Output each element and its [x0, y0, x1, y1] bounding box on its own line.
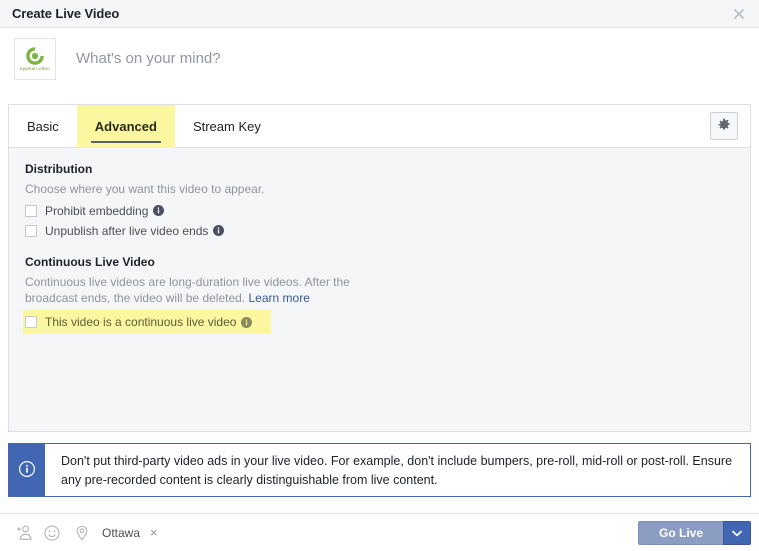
remove-location-icon[interactable]: × [150, 526, 158, 539]
settings-panel: Basic Advanced Stream Key Distribution C… [8, 104, 751, 432]
checkbox[interactable] [25, 316, 37, 328]
panel-body: Distribution Choose where you want this … [9, 148, 750, 334]
option-label: Prohibit embedding [45, 203, 149, 218]
tab-advanced[interactable]: Advanced [76, 104, 175, 148]
section-continuous-live-video: Continuous Live Video Continuous live vi… [23, 255, 750, 334]
tab-basic[interactable]: Basic [9, 105, 77, 148]
smiley-icon[interactable] [38, 520, 66, 546]
info-icon[interactable] [241, 316, 253, 328]
close-icon[interactable] [729, 4, 749, 24]
dialog-footer: Ottawa × Go Live [0, 513, 759, 551]
location-name: Ottawa [102, 525, 141, 540]
section-description: Continuous live videos are long-duration… [25, 274, 365, 306]
section-title: Distribution [25, 162, 93, 176]
gear-icon [717, 118, 731, 135]
tab-advanced-label: Advanced [94, 118, 157, 134]
checkbox[interactable] [25, 204, 37, 217]
option-continuous-live-video[interactable]: This video is a continuous live video [23, 310, 271, 334]
tag-person-icon[interactable] [10, 520, 38, 546]
section-description: Choose where you want this video to appe… [25, 182, 265, 196]
option-unpublish-after-live[interactable]: Unpublish after live video ends [25, 221, 750, 240]
settings-button[interactable] [710, 112, 738, 140]
info-icon[interactable] [213, 225, 225, 236]
go-live-label: Go Live [658, 525, 703, 540]
tab-basic-label: Basic [27, 118, 59, 134]
tab-stream-key[interactable]: Stream Key [175, 105, 279, 148]
tab-bar: Basic Advanced Stream Key [9, 104, 750, 148]
location-chip: Ottawa × [68, 520, 158, 546]
policy-banner: Don't put third-party video ads in your … [8, 443, 751, 497]
dialog-header: Create Live Video [0, 0, 759, 28]
chevron-down-icon [732, 526, 742, 540]
checkbox[interactable] [25, 224, 37, 237]
section-title: Continuous Live Video [25, 255, 155, 269]
composer-input[interactable]: What's on your mind? [76, 50, 221, 67]
go-live-dropdown-button[interactable] [723, 520, 751, 545]
page-title: Create Live Video [12, 6, 120, 21]
learn-more-link[interactable]: Learn more [249, 291, 310, 305]
option-prohibit-embedding[interactable]: Prohibit embedding [25, 201, 750, 220]
location-pin-icon[interactable] [68, 520, 96, 546]
banner-icon-container [9, 444, 45, 496]
go-live-group: Go Live [637, 520, 751, 545]
info-icon[interactable] [153, 205, 165, 216]
option-label: This video is a continuous live video [45, 315, 237, 329]
avatar: epiphan video [14, 37, 56, 80]
option-label: Unpublish after live video ends [45, 223, 209, 238]
tab-stream-key-label: Stream Key [192, 118, 261, 134]
section-distribution: Distribution Choose where you want this … [25, 162, 750, 240]
go-live-button[interactable]: Go Live [637, 520, 723, 545]
avatar-wordmark: epiphan video [20, 66, 50, 72]
composer-row: epiphan video What's on your mind? [0, 28, 759, 89]
banner-text: Don't put third-party video ads in your … [61, 454, 733, 487]
info-icon [18, 460, 36, 480]
